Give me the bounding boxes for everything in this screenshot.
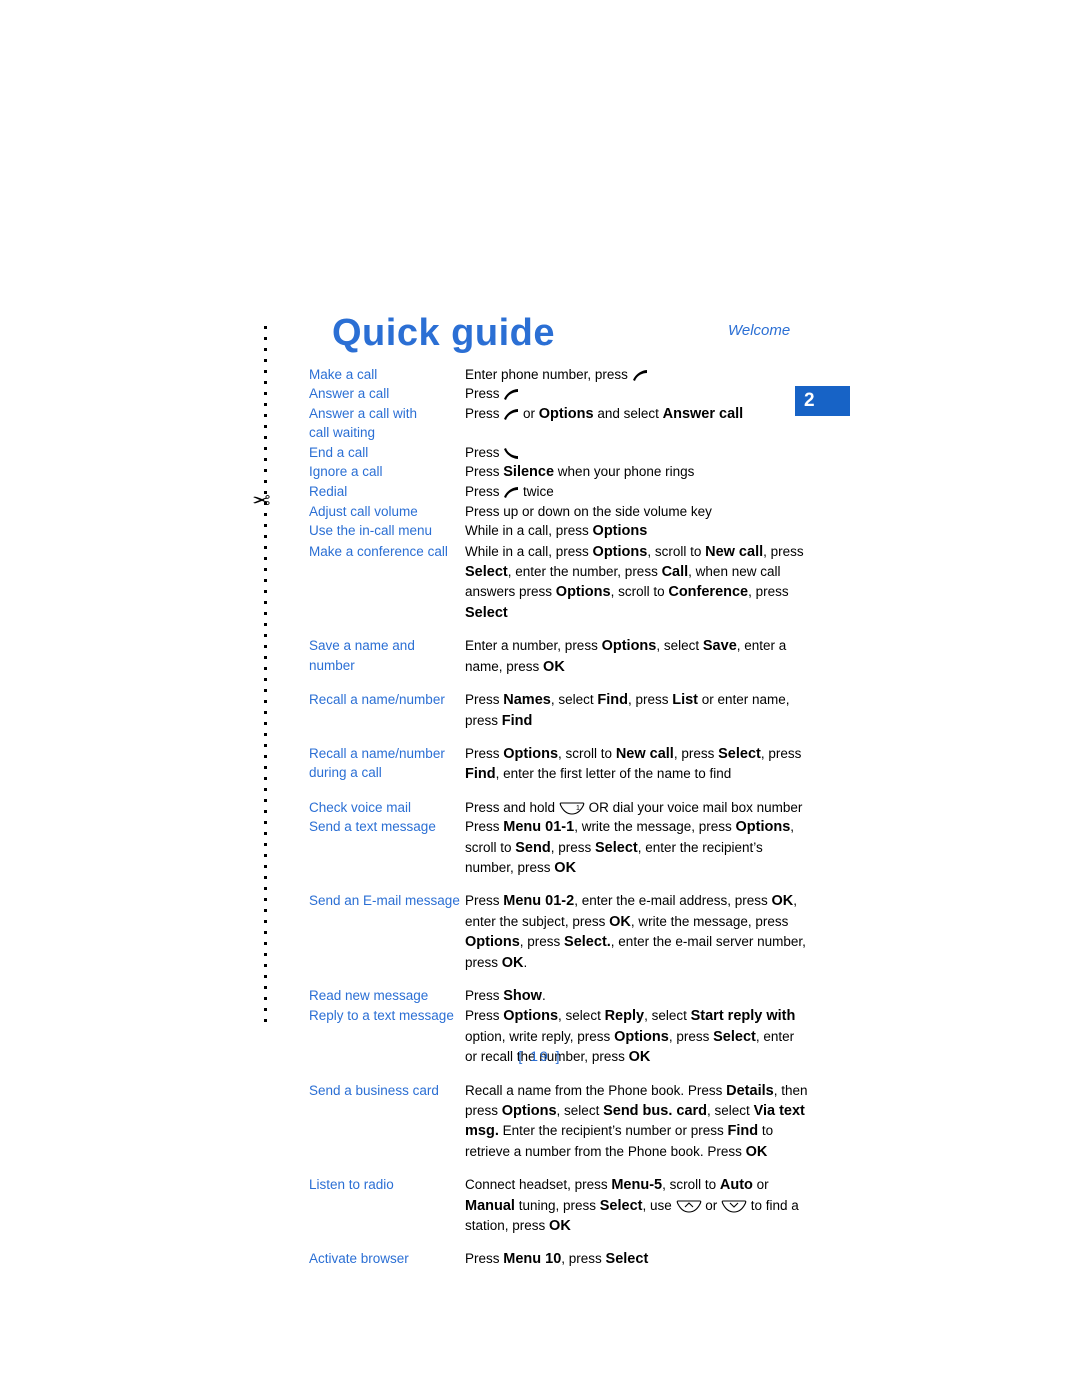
table-row: Ignore a call Press Silence when your ph…	[309, 462, 809, 482]
row-label: Listen to radio	[309, 1177, 394, 1193]
table-row: Answer a call with call waiting Press or …	[309, 404, 809, 443]
row-label: Check voice mail	[309, 799, 412, 815]
table-row: Recall a name/number Press Names, select…	[309, 690, 809, 731]
table-row: Use the in-call menu While in a call, pr…	[309, 521, 809, 541]
row-label: End a call	[309, 444, 369, 460]
call-send-key-icon	[632, 370, 647, 381]
table-row: Answer a call Press	[309, 384, 809, 403]
row-label: Send a text message	[309, 819, 436, 835]
svg-text:1: 1	[576, 805, 580, 812]
call-send-key-icon	[504, 408, 519, 420]
row-description: Press	[465, 443, 809, 462]
row-label: Save a name and number	[309, 638, 415, 673]
row-label: Recall a name/number	[309, 692, 445, 708]
table-row: Send an E-mail message Press Menu 01-2, …	[309, 891, 809, 973]
table-row: Send a text message Press Menu 01-1, wri…	[309, 817, 809, 878]
document-page: ✂ Quick guide Welcome 2 Make a call Ente…	[0, 0, 1080, 1397]
row-description: Recall a name from the Phone book. Press…	[465, 1082, 808, 1160]
table-row: Recall a name/number during a call Press …	[309, 744, 809, 785]
row-description: Press Options, scroll to New call, press…	[465, 745, 802, 783]
row-label: Ignore a call	[309, 464, 383, 480]
row-label: Answer a call with call waiting	[309, 405, 418, 441]
row-label: Answer a call	[309, 386, 390, 402]
row-label: Reply to a text message	[309, 1008, 454, 1024]
scroll-down-key-icon	[721, 1200, 747, 1213]
row-description: Press and hold 1 OR dial your voice mail…	[465, 799, 803, 815]
row-description: Press Menu 01-1, write the message, pres…	[465, 819, 795, 876]
table-row: End a call Press	[309, 443, 809, 462]
call-send-key-icon	[504, 389, 519, 401]
row-label: Redial	[309, 484, 348, 500]
row-label: Adjust call volume	[309, 503, 418, 519]
row-description: Connect headset, press Menu-5, scroll to…	[465, 1177, 799, 1235]
page-title: Quick guide	[332, 312, 555, 354]
table-row: Make a conference call While in a call, …	[309, 542, 809, 624]
scroll-up-key-icon	[676, 1200, 701, 1213]
table-row: Send a business card Recall a name from …	[309, 1081, 809, 1163]
section-label-welcome: Welcome	[728, 322, 791, 339]
key-1-icon: 1	[559, 802, 585, 815]
cut-line-dotted	[264, 326, 267, 1026]
row-label: Send an E-mail message	[309, 893, 460, 909]
table-row: Activate browser Press Menu 10, press Se…	[309, 1249, 809, 1269]
row-label: Use the in-call menu	[309, 523, 433, 539]
row-description: Press twice	[465, 484, 554, 500]
row-label: Make a conference call	[309, 543, 448, 559]
call-send-key-icon	[504, 487, 519, 499]
row-description: Enter a number, press Options, select Sa…	[465, 638, 787, 675]
row-description: Press Show.	[465, 987, 546, 1004]
row-description: Press Names, select Find, press List or …	[465, 692, 790, 729]
row-label: Send a business card	[309, 1082, 439, 1098]
table-row: Make a call Enter phone number, press	[309, 365, 809, 384]
row-description: While in a call, press Options, scroll t…	[465, 543, 804, 621]
row-description: While in a call, press Options	[465, 523, 648, 540]
row-description: Press or Options and select Answer call	[465, 405, 744, 422]
row-description: Press	[465, 384, 809, 403]
call-end-key-icon	[504, 447, 519, 459]
row-label: Recall a name/number during a call	[309, 745, 445, 781]
table-row: Read new message Press Show.	[309, 986, 809, 1006]
table-row: Check voice mail Press and hold 1 OR dia…	[309, 798, 809, 817]
row-label: Make a call	[309, 367, 378, 382]
row-description: Press Menu 10, press Select	[465, 1251, 649, 1268]
row-description: Press Menu 01-2, enter the e-mail addres…	[465, 893, 806, 971]
quick-guide-table: Make a call Enter phone number, press An…	[309, 365, 809, 1270]
table-row: Adjust call volume Press up or down on t…	[309, 502, 809, 521]
table-row: Listen to radio Connect headset, press M…	[309, 1175, 809, 1236]
table-row: Save a name and number Enter a number, p…	[309, 636, 809, 677]
row-description: Press Silence when your phone rings	[465, 464, 695, 481]
table-row: Redial Press twice	[309, 482, 809, 501]
row-description: Press up or down on the side volume key	[465, 503, 712, 519]
row-label: Activate browser	[309, 1251, 409, 1267]
row-label: Read new message	[309, 987, 429, 1003]
scissors-icon: ✂	[252, 488, 271, 513]
row-description: Enter phone number, press	[465, 365, 809, 384]
page-number: [ 19 ]	[518, 1048, 562, 1064]
